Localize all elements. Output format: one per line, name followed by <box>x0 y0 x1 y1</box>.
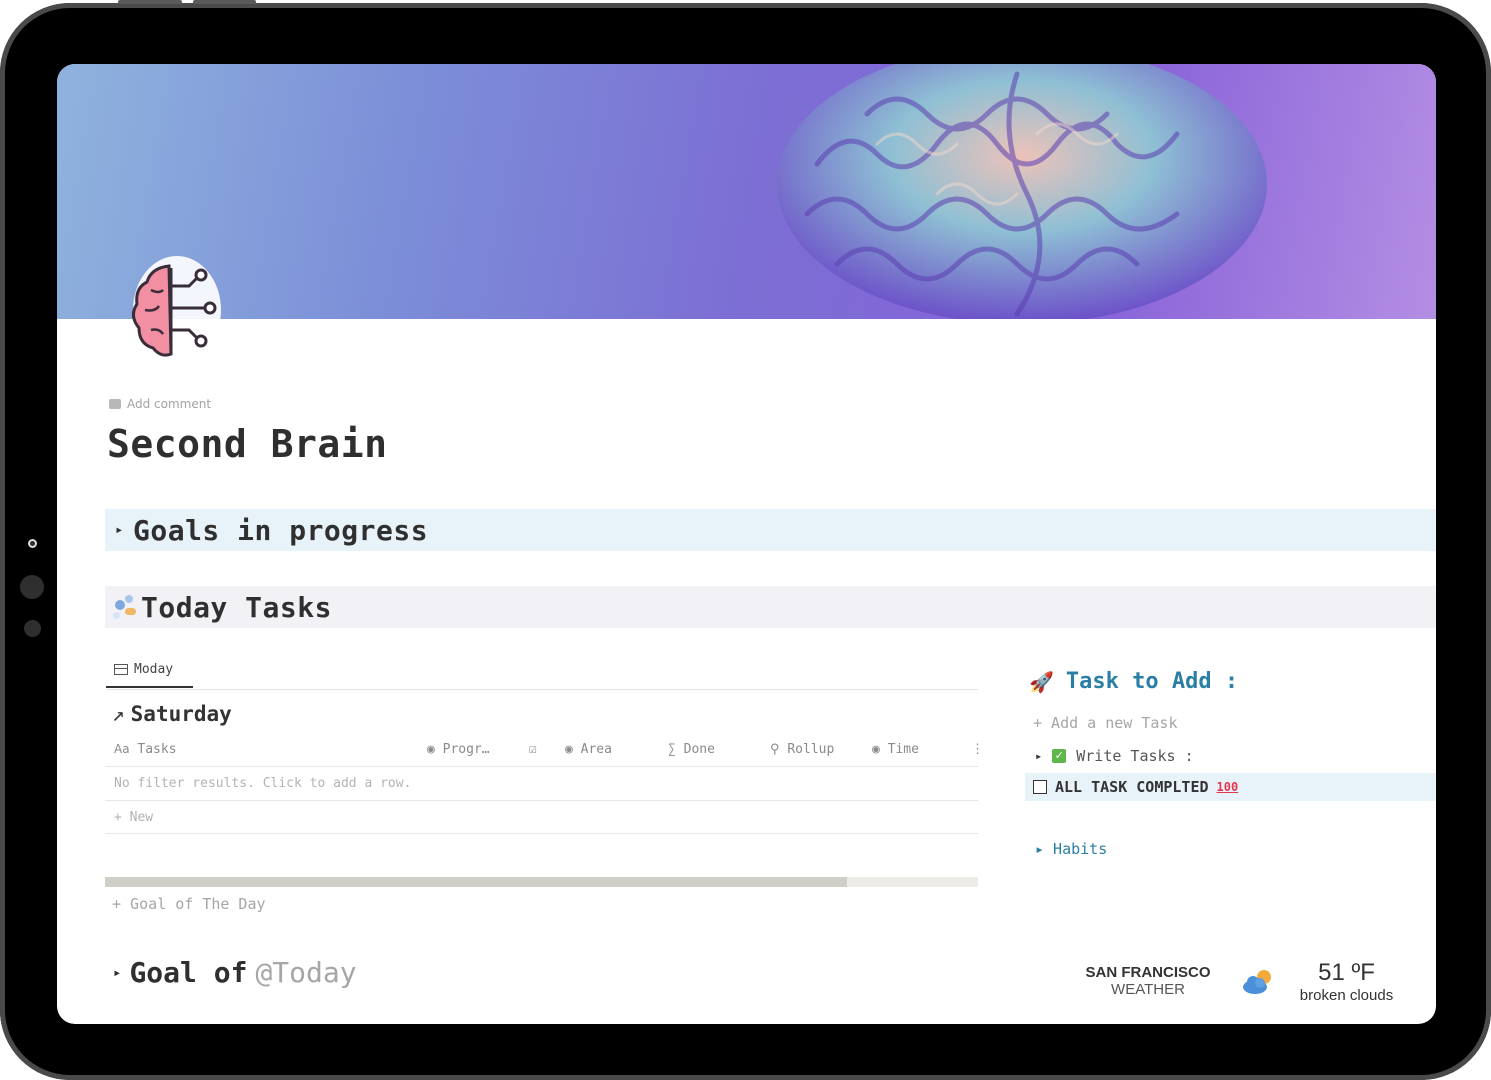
page-title[interactable]: Second Brain <box>107 422 388 466</box>
temperature: 51 ºF <box>1318 959 1375 986</box>
weather-location: SAN FRANCISCO WEATHER <box>1077 964 1219 998</box>
status-icon: ◉ <box>427 742 435 757</box>
table-icon <box>114 663 128 675</box>
arrow-up-right-icon: ↗ <box>112 702 125 726</box>
goals-in-progress-toggle[interactable]: ▸ Goals in progress <box>105 509 1436 551</box>
brain-circuit-icon <box>132 256 221 364</box>
date-mention[interactable]: @Today <box>255 956 356 989</box>
camera-icon <box>28 539 37 548</box>
group-title: Saturday <box>130 702 232 726</box>
side-button <box>20 575 44 599</box>
column-rollup[interactable]: ⚲ Rollup <box>770 742 834 757</box>
rocket-icon: 🚀 <box>1029 669 1054 694</box>
toggle-caret-icon[interactable]: ▸ <box>113 965 121 981</box>
column-done[interactable]: ∑ Done <box>668 742 715 757</box>
today-tasks-title: Today Tasks <box>141 590 332 624</box>
tab-moday[interactable]: Moday <box>106 652 193 688</box>
goal-today-label: Goal of <box>129 956 248 989</box>
task-to-add-title: Task to Add : <box>1065 669 1239 694</box>
new-row-button[interactable]: + New <box>105 802 978 834</box>
progress-bar <box>105 877 978 887</box>
task-to-add-heading: 🚀 Task to Add : <box>1029 669 1238 694</box>
text-property-icon: Aa <box>114 742 130 756</box>
tab-label: Moday <box>134 661 174 677</box>
view-tabs: Moday <box>106 652 978 690</box>
column-time[interactable]: ◉ Time <box>872 742 919 757</box>
column-area[interactable]: ◉ Area <box>565 742 612 757</box>
side-button <box>24 620 41 637</box>
weather-readout: 51 ºF broken clouds <box>1289 959 1404 1004</box>
add-new-task-button[interactable]: + Add a new Task <box>1033 714 1178 732</box>
add-comment-button[interactable]: Add comment <box>109 397 211 411</box>
search-icon: ⚲ <box>770 742 780 757</box>
todo-checkbox[interactable] <box>1033 780 1047 794</box>
column-progress[interactable]: ◉ Progr… <box>427 742 490 757</box>
notion-page: Add comment Second Brain ▸ Goals in prog… <box>57 64 1436 1024</box>
weather-description: broken clouds <box>1299 987 1394 1004</box>
more-columns-icon[interactable]: ⋮ <box>971 742 984 757</box>
sigma-icon: ∑ <box>668 742 676 757</box>
all-done-label: ALL TASK COMPLTED <box>1055 778 1209 796</box>
goals-heading: Goals in progress <box>133 513 429 547</box>
brain-illustration <box>777 64 1267 319</box>
comment-icon <box>109 399 121 409</box>
goal-of-today-toggle[interactable]: ▸ Goal of @Today <box>113 956 357 989</box>
progress-fill <box>105 877 848 887</box>
weather-city: SAN FRANCISCO <box>1085 964 1211 981</box>
habits-toggle[interactable]: ▸ Habits <box>1035 840 1107 858</box>
check-mark-icon: ✓ <box>1052 749 1067 763</box>
sparkles-pills-icon <box>111 592 141 622</box>
all-task-completed-todo[interactable]: ALL TASK COMPLTED 100 <box>1025 773 1436 801</box>
empty-table-row[interactable]: No filter results. Click to add a row. <box>105 767 978 801</box>
column-tasks[interactable]: Aa Tasks <box>114 742 177 757</box>
checkbox-icon: ☑ <box>529 742 537 757</box>
write-tasks-toggle[interactable]: ▸ ✓ Write Tasks : <box>1035 747 1194 765</box>
cover-image <box>57 64 1436 319</box>
write-tasks-label: Write Tasks : <box>1076 747 1194 765</box>
select-icon: ◉ <box>565 742 573 757</box>
clock-icon: ◉ <box>872 742 880 757</box>
hundred-points-icon: 100 <box>1216 780 1239 794</box>
group-header-saturday[interactable]: ↗ Saturday <box>112 702 232 726</box>
table-header: Aa Tasks ◉ Progr… ☑ ◉ Area ∑ Done ⚲ Roll… <box>105 734 984 767</box>
tablet-frame: Add comment Second Brain ▸ Goals in prog… <box>0 3 1491 1080</box>
column-checkbox[interactable]: ☑ <box>529 742 537 757</box>
top-button <box>118 0 182 4</box>
cloud-sun-icon <box>1243 970 1271 994</box>
toggle-caret-icon[interactable]: ▸ <box>1035 749 1042 763</box>
goal-of-the-day-button[interactable]: + Goal of The Day <box>112 895 266 913</box>
add-comment-label: Add comment <box>127 397 212 411</box>
weather-label: WEATHER <box>1111 981 1185 998</box>
today-tasks-heading: Today Tasks <box>105 586 1436 628</box>
top-button <box>193 0 256 4</box>
toggle-caret-icon[interactable]: ▸ <box>115 522 133 538</box>
